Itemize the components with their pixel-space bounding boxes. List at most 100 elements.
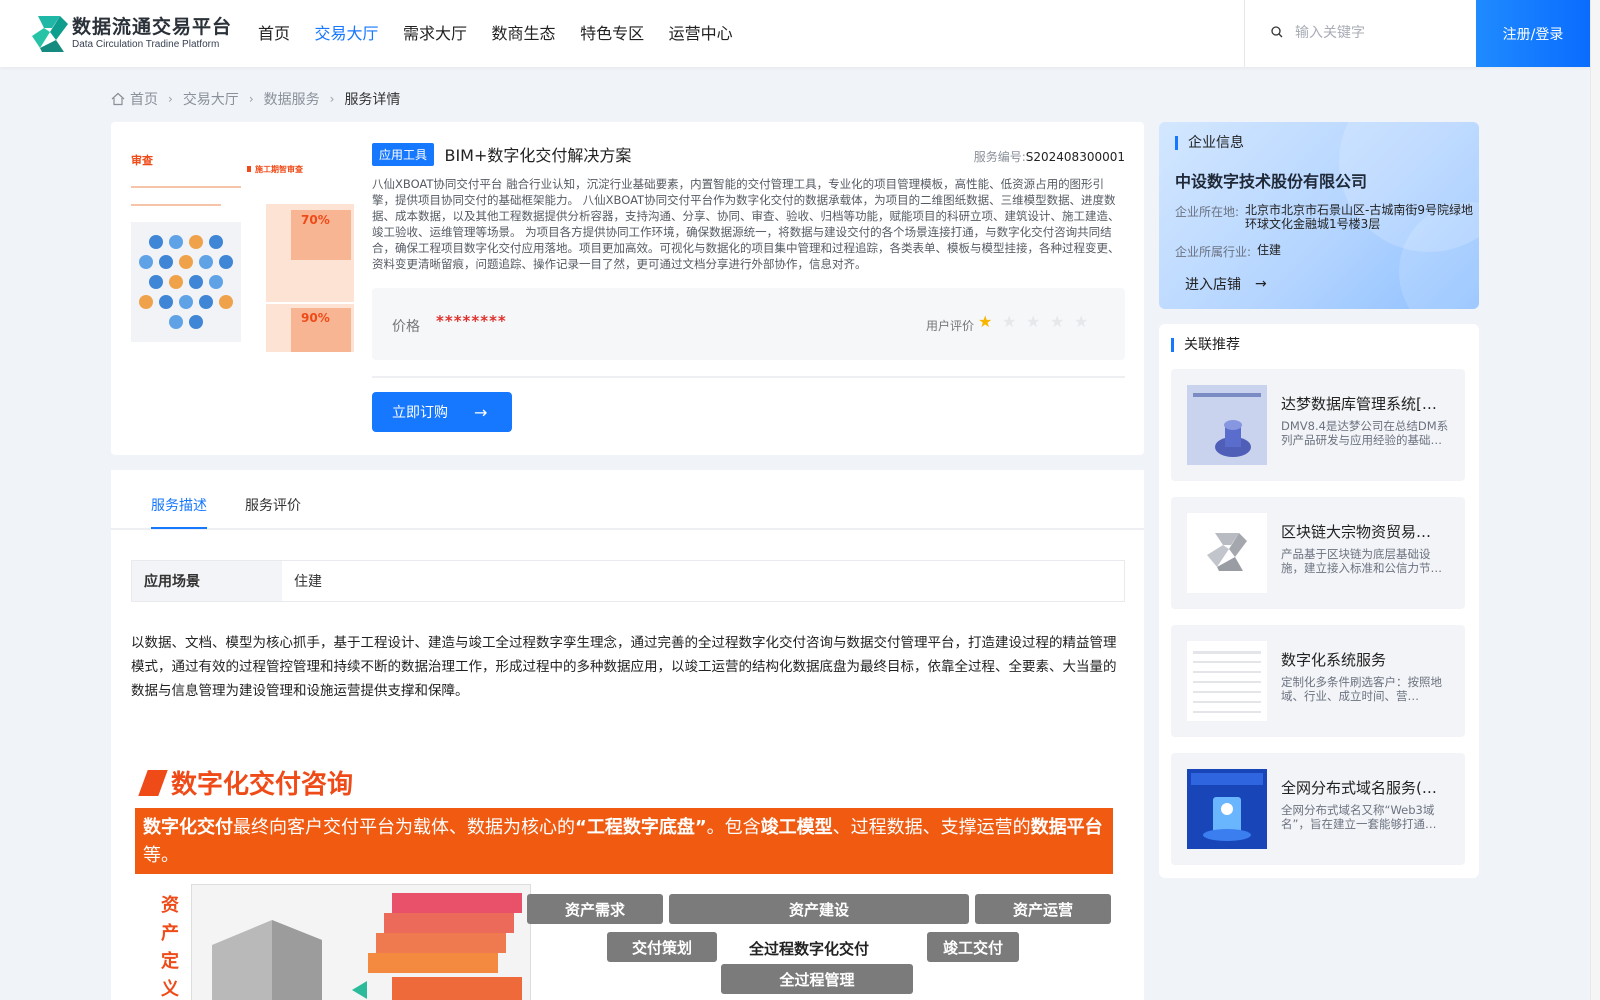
search-input[interactable] [1295,20,1465,46]
poster-block: 资产需求 [527,894,663,924]
company-location-row: 企业所在地: 北京市北京市石景山区-古城南街9号院绿地环球文化金融城1号楼3层 [1175,203,1479,231]
recommendation-title: 区块链大宗物资贸易… [1281,523,1432,541]
breadcrumb-current: 服务详情 [344,92,401,108]
thumb-text-1: 审查 [131,153,153,167]
order-now-button[interactable]: 立即订购 → [372,392,512,432]
product-description: 八仙XBOAT协同交付平台 融合行业认知，沉淀行业基础要素，内置智能的交付管理工… [372,177,1120,271]
company-section-title: 企业信息 [1175,136,1244,150]
search-icon[interactable] [1271,26,1283,38]
recommendation-item[interactable]: 全网分布式域名服务(… 全网分布式域名又称“Web3域名”，旨在建立一套能够打通… [1171,753,1465,865]
nav-operation-center[interactable]: 运营中心 [669,20,733,48]
scene-key: 应用场景 [132,561,282,601]
rating-stars: ★ ★ ★ ★ ★ [978,314,1098,330]
recommendation-title: 数字化系统服务 [1281,651,1387,669]
details-panel: 服务描述 服务评价 应用场景 住建 以数据、文档、模型为核心抓手，基于工程设计、… [111,470,1144,1000]
service-number: 服务编号:S202408300001 [974,148,1125,165]
company-name: 中设数字技术股份有限公司 [1175,172,1368,191]
breadcrumb-home[interactable]: 首页 [130,89,158,109]
banner-text: 、过程数据、支撑运营的 [832,817,1031,838]
company-industry-row: 企业所属行业: 住建 [1175,243,1281,260]
thumb-text-2: 施工期智审查 [255,164,304,174]
poster-block: 全过程管理 [721,964,913,994]
banner-text: 竣工模型 [760,817,833,838]
star-filled-icon: ★ [978,312,993,331]
recommendation-desc: DMV8.4是达梦公司在总结DM系列产品研发与应用经验的基础… [1281,419,1449,447]
star-empty-icon: ★ [1002,312,1017,331]
nav-demand-hall[interactable]: 需求大厅 [403,20,467,48]
company-location: 北京市北京市石景山区-古城南街9号院绿地环球文化金融城1号楼3层 [1245,203,1474,231]
home-icon [111,92,125,106]
related-section-title: 关联推荐 [1171,338,1240,352]
platform-logo[interactable]: 数据流通交易平台 Data Circulation Tradine Platfo… [30,14,232,54]
poster-block: 资产建设 [669,894,969,924]
tab-service-review[interactable]: 服务评价 [245,495,301,515]
logo-title: 数据流通交易平台 [72,16,233,38]
rating-label: 用户评价 [926,319,975,333]
recommendation-item[interactable]: 达梦数据库管理系统[… DMV8.4是达梦公司在总结DM系列产品研发与应用经验的… [1171,369,1465,481]
star-empty-icon: ★ [1074,312,1089,331]
poster-center-text: 全过程数字化交付 [749,940,870,958]
banner-text: 最终向客户交付平台为载体、数据为核心的 [233,817,575,838]
poster-banner: 数字化交付最终向客户交付平台为载体、数据为核心的“工程数字底盘”。包含竣工模型、… [135,808,1113,874]
banner-text: 数据平台 [1030,817,1103,838]
price-box: 价格 ******** 用户评价 ★ ★ ★ ★ ★ [372,288,1125,360]
enter-shop-button[interactable]: 进入店铺 → [1185,274,1267,294]
service-number-value: S202408300001 [1025,150,1125,164]
poster-block: 资产运营 [975,894,1111,924]
company-industry: 住建 [1257,243,1282,257]
thumb-text-3: 70% [301,213,330,227]
domain-thumb-icon [1187,769,1267,849]
related-recommendations: 关联推荐 达梦数据库管理系统[… DMV8.4是达梦公司在总结DM系列产品研发与… [1159,324,1479,878]
details-tabs: 服务描述 服务评价 [111,470,1144,530]
search-box [1244,0,1477,67]
building-model-image [191,884,531,1000]
breadcrumb-data-service[interactable]: 数据服务 [264,89,320,109]
nav-trading-hall[interactable]: 交易大厅 [315,20,379,48]
login-register-button[interactable]: 注册/登录 [1476,0,1590,67]
star-empty-icon: ★ [1026,312,1041,331]
service-number-label: 服务编号: [973,150,1026,164]
product-title: BIM+数字化交付解决方案 [444,146,632,165]
company-industry-label: 企业所属行业: [1175,245,1252,259]
chevron-right-icon: › [168,92,173,106]
recommendation-title: 达梦数据库管理系统[… [1281,395,1437,413]
poster-block: 竣工交付 [927,932,1019,962]
recommendation-item[interactable]: 数字化系统服务 定制化多条件刷选客户：按照地域、行业、成立时间、营… [1171,625,1465,737]
divider [372,376,1125,378]
tab-service-description[interactable]: 服务描述 [151,495,207,515]
product-tag: 应用工具 [372,142,435,166]
scene-value: 住建 [294,574,322,590]
banner-text: 等。 [143,845,179,866]
recommendation-item[interactable]: 区块链大宗物资贸易… 产品基于区块链为底层基础设施，建立接入标准和公信力节… [1171,497,1465,609]
banner-text: “工程数字底盘” [575,817,707,838]
nav-ecosystem[interactable]: 数商生态 [492,20,556,48]
thumb-text-4: 90% [301,311,330,325]
logo-icon [30,14,68,54]
chevron-right-icon: › [329,92,335,106]
banner-text: 。包含 [706,817,761,838]
recommendation-desc: 定制化多条件刷选客户：按照地域、行业、成立时间、营… [1281,675,1442,703]
company-location-label: 企业所在地: [1175,205,1240,219]
scene-table: 应用场景 住建 [131,560,1125,602]
product-thumbnail[interactable]: 审查 施工期智审查 70% 90% [131,152,357,352]
arrow-right-icon: → [474,402,488,422]
dameng-thumb-icon [1187,385,1267,465]
active-tab-indicator [151,527,207,529]
product-info: 应用工具 BIM+数字化交付解决方案 服务编号:S202408300001 八仙… [372,142,1125,432]
star-empty-icon: ★ [1050,312,1065,331]
logo-subtitle: Data Circulation Tradine Platform [72,39,220,50]
breadcrumb: 首页 › 交易大厅 › 数据服务 › 服务详情 [111,89,400,109]
breadcrumb-trading-hall[interactable]: 交易大厅 [183,89,239,109]
company-info-card: 企业信息 中设数字技术股份有限公司 企业所在地: 北京市北京市石景山区-古城南街… [1159,122,1479,309]
price-value: ******** [436,312,507,330]
poster-title: 数字化交付咨询 [138,764,354,801]
nav-home[interactable]: 首页 [258,20,290,48]
order-now-label: 立即订购 [392,405,448,421]
service-long-description: 以数据、文档、模型为核心抓手，基于工程设计、建造与竣工全过程数字孪生理念，通过完… [131,635,1117,699]
recommendation-desc: 产品基于区块链为底层基础设施，建立接入标准和公信力节… [1281,547,1442,575]
poster-title-text: 数字化交付咨询 [171,770,354,800]
nav-special-zone[interactable]: 特色专区 [580,20,644,48]
page-scrollbar[interactable] [1590,0,1600,1000]
recommendation-desc: 全网分布式域名又称“Web3域名”，旨在建立一套能够打通… [1281,803,1437,831]
table-thumb-icon [1187,641,1267,721]
